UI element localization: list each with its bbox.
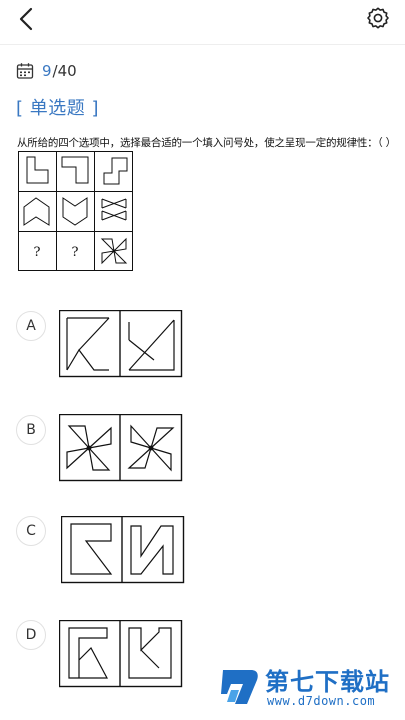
question-text: 从所给的四个选项中，选择最合适的一个填入问号处，使之呈现一定的规律性：（ ） [17,137,396,149]
option-c[interactable]: C [14,514,394,594]
watermark-brand: 第七下载站 [265,668,390,696]
total-question-count: 40 [57,62,77,80]
watermark-logo: 第七下载站 www.d7down.com [211,658,401,714]
puzzle-grid-figure: ? ? [18,151,133,271]
option-c-figure [61,516,185,584]
option-b-letter[interactable]: B [16,415,46,445]
grid-question-mark-2: ? [72,245,79,260]
question-type-label: [ 单选题 ] [16,98,99,119]
option-a[interactable]: A [14,308,394,388]
question-progress: 9 / 40 [16,60,77,82]
calendar-icon [16,63,34,79]
current-question-number: 9 [42,62,52,80]
option-b[interactable]: B [14,412,394,492]
watermark-url: www.d7down.com [267,694,376,708]
option-d-figure [59,620,183,688]
header-divider [0,44,405,45]
option-a-letter[interactable]: A [16,311,46,341]
settings-gear-icon[interactable] [365,5,391,31]
option-b-figure [59,414,183,482]
grid-question-mark-1: ? [34,245,41,260]
option-d-letter[interactable]: D [16,620,46,650]
option-a-figure [59,310,183,378]
top-bar [0,0,405,38]
back-arrow-icon[interactable] [14,6,40,32]
option-c-letter[interactable]: C [16,516,46,546]
d7-logo-icon [221,670,258,704]
